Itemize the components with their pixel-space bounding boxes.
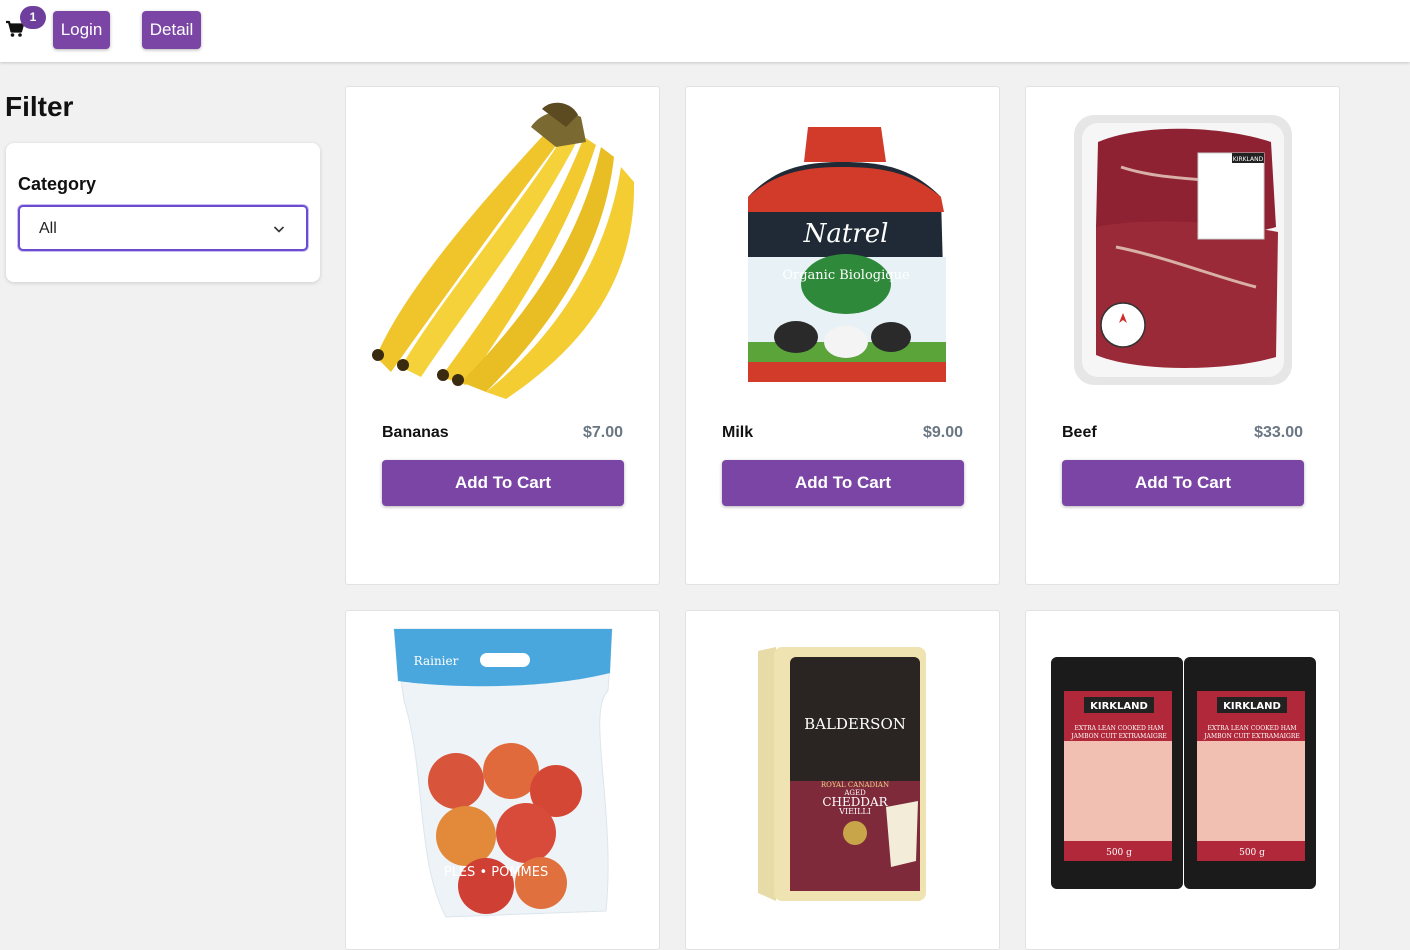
product-card-apples: Rainier PLES • POMMES <box>345 610 660 950</box>
ham-weight-right: 500 g <box>1239 848 1265 858</box>
add-to-cart-button[interactable]: Add To Cart <box>1062 460 1304 506</box>
ham-brand-left: KIRKLAND <box>1090 701 1148 712</box>
product-price: $7.00 <box>582 424 623 441</box>
cart-count-badge: 1 <box>20 6 46 29</box>
product-price: $9.00 <box>922 424 963 441</box>
beef-brand-text: KIRKLAND <box>1233 156 1264 163</box>
ham-line2-right: JAMBON CUIT EXTRAMAIGRE <box>1203 733 1299 740</box>
apples-brand-text: Rainier <box>414 654 459 668</box>
cheese-line1: ROYAL CANADIAN <box>821 781 889 789</box>
product-card-ham: KIRKLAND KIRKLAND EXTRA LEAN COOKED HAM … <box>1025 610 1340 950</box>
detail-button[interactable]: Detail <box>142 11 201 49</box>
apples-label-text: PLES • POMMES <box>444 865 548 880</box>
category-label: Category <box>18 174 97 194</box>
product-card-cheese: BALDERSON ROYAL CANADIAN AGED CHEDDAR VI… <box>685 610 1000 950</box>
category-select[interactable]: All <box>18 205 308 251</box>
apples-image: Rainier PLES • POMMES <box>393 628 613 918</box>
milk-brand-text: Natrel <box>803 219 889 249</box>
product-card-milk: Organic Biologique Natrel Milk $9.00 Add… <box>685 86 1000 585</box>
product-name: Milk <box>722 424 754 441</box>
bananas-image <box>372 102 635 399</box>
cheese-image: BALDERSON ROYAL CANADIAN AGED CHEDDAR VI… <box>758 647 926 901</box>
ham-line2-left: JAMBON CUIT EXTRAMAIGRE <box>1070 733 1166 740</box>
add-to-cart-button[interactable]: Add To Cart <box>722 460 964 506</box>
filter-panel: Category All <box>6 143 320 282</box>
ham-weight-left: 500 g <box>1106 848 1132 858</box>
cheese-line4: VIEILLI <box>838 807 871 816</box>
product-price: $33.00 <box>1254 424 1303 441</box>
top-navbar: 1 Login Detail <box>0 0 1410 62</box>
beef-image: KIRKLAND <box>1074 115 1292 385</box>
add-to-cart-button[interactable]: Add To Cart <box>382 460 624 506</box>
login-button[interactable]: Login <box>53 11 110 49</box>
ham-line1-right: EXTRA LEAN COOKED HAM <box>1208 725 1297 732</box>
ham-image: KIRKLAND KIRKLAND EXTRA LEAN COOKED HAM … <box>1051 657 1316 889</box>
category-selected-value: All <box>39 220 57 237</box>
product-card-bananas: Bananas $7.00 Add To Cart <box>345 86 660 585</box>
cheese-brand-text: BALDERSON <box>804 715 906 733</box>
product-name: Beef <box>1062 424 1097 441</box>
ham-line1-left: EXTRA LEAN COOKED HAM <box>1075 725 1164 732</box>
product-name: Bananas <box>382 424 449 441</box>
filter-heading: Filter <box>5 91 74 122</box>
ham-brand-right: KIRKLAND <box>1223 701 1281 712</box>
milk-organic-text: Organic Biologique <box>782 268 910 283</box>
milk-image: Organic Biologique Natrel <box>748 127 946 382</box>
product-card-beef: KIRKLAND Beef $33.00 Add To Cart <box>1025 86 1340 585</box>
chevron-down-icon <box>273 226 285 233</box>
